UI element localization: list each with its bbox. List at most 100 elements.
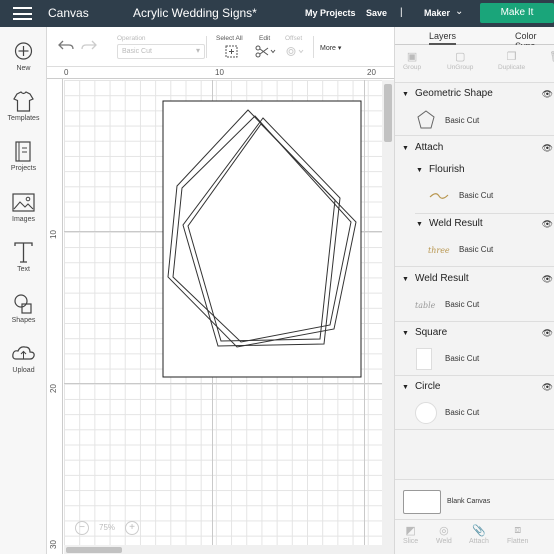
vertical-scrollbar[interactable] (382, 80, 394, 554)
chevron-down-icon[interactable]: ⌄ (455, 6, 463, 17)
offset-label: Offset (285, 35, 303, 42)
machine-select[interactable]: Maker (424, 8, 450, 18)
upload-button[interactable]: Upload (0, 343, 47, 374)
new-label: New (16, 65, 31, 72)
more-button[interactable]: More ▾ (320, 44, 341, 52)
layer-title: Flourish (428, 164, 465, 175)
menu-icon[interactable] (13, 7, 32, 20)
flourish-thumbnail-icon (429, 193, 449, 199)
layer-group-attach[interactable]: ▼ Attach (402, 142, 443, 153)
projects-label: Projects (10, 165, 37, 172)
chevron-down-icon[interactable]: ▼ (402, 276, 409, 283)
shapes-button[interactable]: Shapes (0, 293, 47, 324)
paperclip-icon: 📎 (472, 525, 486, 537)
layer-item-label[interactable]: Basic Cut (445, 354, 479, 363)
layer-item-label[interactable]: Basic Cut (459, 245, 493, 254)
design-artwork[interactable] (47, 67, 394, 554)
delete-button[interactable]: 🗑D (549, 50, 554, 71)
slice-button[interactable]: ◩ Slice (403, 524, 418, 545)
ungroup-label: UnGroup (447, 64, 474, 71)
scissors-icon[interactable] (255, 45, 277, 58)
square-thumbnail-icon (416, 348, 432, 370)
layer-title: Circle (414, 381, 441, 392)
layer-actions: ▣Group ▢UnGroup ❐Duplicate 🗑D (395, 45, 554, 83)
new-button[interactable]: New (0, 41, 47, 72)
layer-group-weld-result[interactable]: ▼ Weld Result (416, 218, 483, 229)
chevron-down-icon[interactable]: ▼ (402, 330, 409, 337)
templates-label: Templates (7, 115, 40, 122)
save-button[interactable]: Save (366, 8, 387, 18)
eye-icon[interactable]: 👁 (542, 382, 553, 393)
duplicate-button[interactable]: ❐ Duplicate (498, 50, 525, 71)
eye-icon[interactable]: 👁 (542, 328, 553, 339)
make-it-button[interactable]: Make It (480, 3, 554, 23)
weld-three-thumbnail: three (428, 246, 450, 255)
layer-divider (415, 213, 554, 214)
slice-icon: ◩ (405, 525, 416, 537)
layer-item-label[interactable]: Basic Cut (445, 116, 479, 125)
offset-icon[interactable] (285, 45, 307, 58)
layer-group-circle[interactable]: ▼ Circle (402, 381, 441, 392)
layer-item-label[interactable]: Basic Cut (459, 191, 493, 200)
layer-item-label[interactable]: Basic Cut (445, 300, 479, 309)
redo-icon[interactable] (81, 39, 97, 51)
layer-title: Weld Result (414, 273, 469, 284)
eye-icon[interactable]: 👁 (542, 89, 553, 100)
images-button[interactable]: Images (0, 192, 47, 223)
projects-button[interactable]: Projects (0, 141, 47, 172)
chevron-down-icon[interactable]: ▼ (402, 91, 409, 98)
attach-button[interactable]: 📎 Attach (469, 524, 489, 545)
layer-divider (395, 321, 554, 322)
shapes-label: Shapes (11, 317, 36, 324)
my-projects-link[interactable]: My Projects (305, 8, 356, 18)
layer-group-weld-result[interactable]: ▼ Weld Result (402, 273, 469, 284)
eye-icon[interactable]: 👁 (542, 219, 553, 230)
right-panel: Layers Color Sync ▣Group ▢UnGroup ❐Dupli… (394, 27, 554, 554)
eye-icon[interactable]: 👁 (542, 143, 553, 154)
scrollbar-thumb[interactable] (384, 84, 392, 142)
layer-group-flourish[interactable]: ▼ Flourish (416, 164, 465, 175)
layer-group-geometric-shape[interactable]: ▼ Geometric Shape (402, 88, 493, 99)
square-layer-shape (162, 100, 362, 378)
layer-title: Square (414, 327, 448, 338)
tab-layers[interactable]: Layers (429, 31, 457, 45)
layer-item-label[interactable]: Basic Cut (445, 408, 479, 417)
top-bar: Canvas Acrylic Wedding Signs* My Project… (0, 0, 554, 27)
layer-divider (395, 375, 554, 376)
operation-select[interactable]: Basic Cut ▾ (117, 44, 205, 59)
select-all-icon[interactable] (225, 45, 238, 58)
ungroup-button[interactable]: ▢ UnGroup (447, 50, 473, 71)
layer-title: Attach (414, 142, 444, 153)
duplicate-label: Duplicate (498, 64, 526, 71)
zoom-out-button[interactable]: − (75, 521, 89, 535)
project-name[interactable]: Acrylic Wedding Signs* (133, 6, 257, 20)
horizontal-scrollbar[interactable] (64, 545, 382, 554)
chevron-down-icon[interactable]: ▼ (416, 221, 423, 228)
text-button[interactable]: Text (0, 242, 47, 273)
eye-icon[interactable]: 👁 (542, 274, 553, 285)
canvas-area[interactable]: 0 10 20 10 20 30 − 75% + (47, 67, 394, 554)
group-icon: ▣ (406, 51, 418, 63)
layer-group-square[interactable]: ▼ Square (402, 327, 447, 338)
chevron-down-icon[interactable]: ▼ (416, 167, 423, 174)
group-button[interactable]: ▣ Group (403, 50, 421, 71)
flatten-icon: ⧈ (514, 524, 522, 536)
templates-button[interactable]: Templates (0, 91, 47, 122)
undo-icon[interactable] (58, 39, 74, 51)
chevron-down-icon: ▾ (195, 46, 200, 55)
edit-label: Edit (259, 35, 271, 42)
canvas-color-swatch[interactable] (403, 490, 441, 514)
toolbar-divider (206, 36, 207, 58)
zoom-control: − 75% + (75, 521, 145, 537)
blank-canvas-row[interactable]: Blank Canvas (395, 479, 554, 519)
flatten-button[interactable]: ⧈ Flatten (507, 524, 528, 545)
chevron-down-icon[interactable]: ▼ (402, 145, 409, 152)
zoom-in-button[interactable]: + (125, 521, 139, 535)
left-panel: New Templates Projects Images Text Shape… (0, 27, 47, 554)
chevron-down-icon[interactable]: ▼ (402, 384, 409, 391)
scrollbar-thumb[interactable] (66, 547, 122, 553)
attach-label: Attach (469, 538, 489, 545)
shirt-icon (13, 91, 34, 112)
weld-button[interactable]: ◎ Weld (436, 524, 452, 545)
weld-table-thumbnail: table (415, 301, 436, 310)
